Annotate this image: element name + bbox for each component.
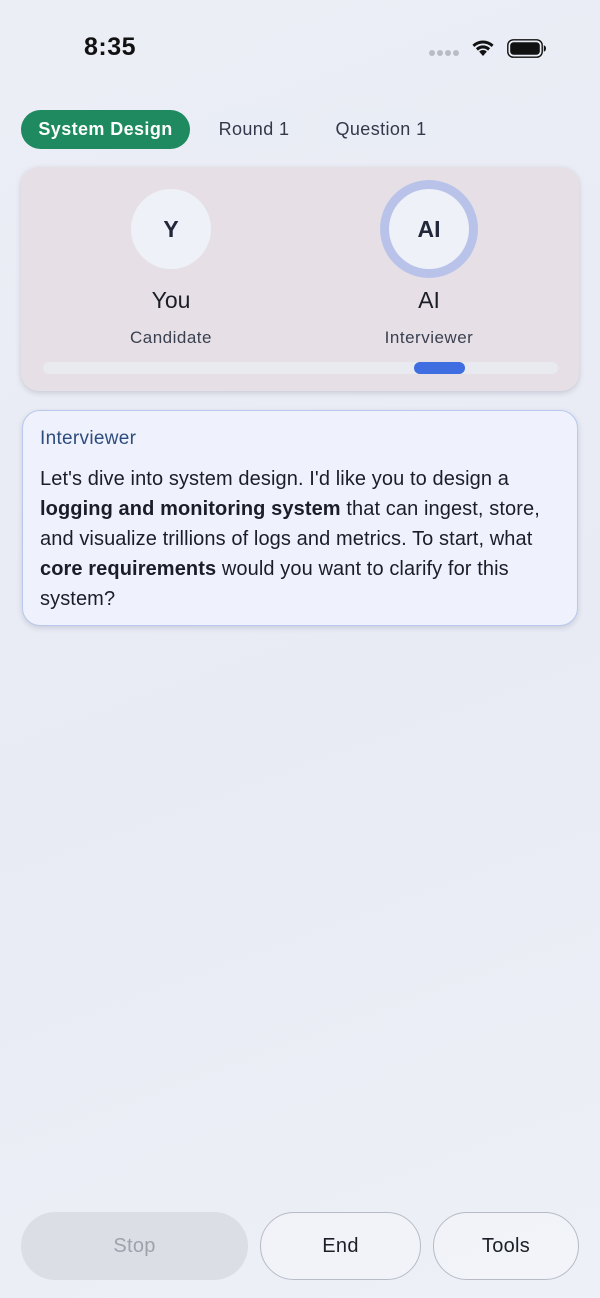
participant-ai: AI AI Interviewer	[349, 189, 509, 348]
participant-name: AI	[418, 287, 440, 313]
participants-card: Y You Candidate AI AI Interviewer	[21, 167, 579, 391]
battery-icon	[507, 39, 546, 58]
message-text: Let's dive into system design. I'd like …	[40, 464, 559, 614]
participant-you: Y You Candidate	[91, 189, 251, 348]
message-segment: Let's dive into system design. I'd like …	[40, 468, 509, 490]
participant-role: Interviewer	[384, 328, 474, 347]
stop-button[interactable]: Stop	[21, 1212, 248, 1280]
status-bar: 8:35	[0, 0, 600, 96]
interviewer-message: Interviewer Let's dive into system desig…	[22, 410, 578, 626]
avatar-ai: AI	[389, 189, 469, 269]
message-emphasis: logging and monitoring system	[40, 498, 341, 520]
bottom-actions: Stop End Tools	[0, 1212, 600, 1280]
participant-role: Candidate	[129, 328, 212, 347]
chip-round[interactable]: Round 1	[204, 110, 304, 149]
chip-question[interactable]: Question 1	[318, 110, 444, 149]
speaking-indicator-track	[43, 362, 558, 374]
chip-system-design[interactable]: System Design	[21, 110, 190, 149]
tools-button[interactable]: Tools	[433, 1212, 579, 1280]
end-button[interactable]: End	[260, 1212, 421, 1280]
status-time: 8:35	[84, 33, 137, 61]
participant-name: You	[151, 287, 191, 313]
avatar-you: Y	[131, 189, 211, 269]
message-emphasis: core requirements	[40, 558, 217, 580]
speaking-indicator	[413, 362, 466, 374]
wifi-icon	[472, 40, 494, 56]
message-speaker: Interviewer	[40, 428, 137, 449]
signal-dots-icon	[429, 50, 461, 58]
